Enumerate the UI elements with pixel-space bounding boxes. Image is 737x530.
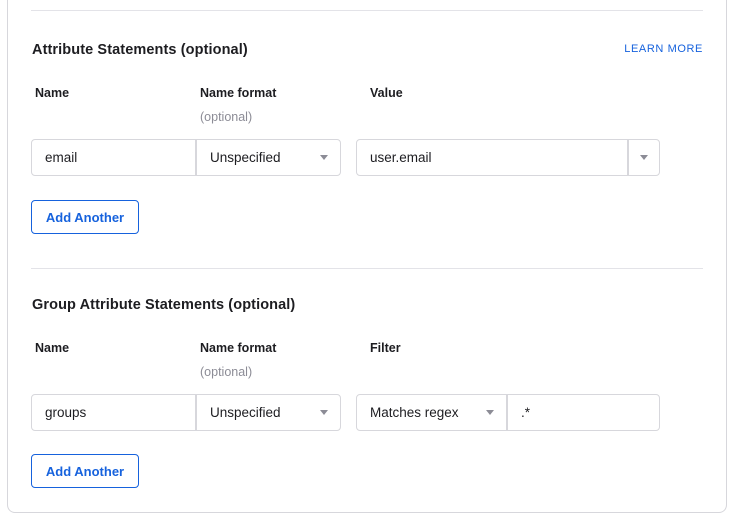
group-attribute-statements-title: Group Attribute Statements (optional) — [32, 297, 295, 313]
chevron-down-icon — [640, 155, 648, 160]
chevron-down-icon — [486, 410, 494, 415]
attribute-name-format-select[interactable]: Unspecified — [196, 139, 341, 176]
section-divider-middle — [31, 268, 703, 269]
section-divider-top — [31, 10, 703, 11]
group-attribute-name-input[interactable] — [31, 394, 196, 431]
group-filter-type-selected: Matches regex — [370, 405, 459, 420]
attribute-statements-title: Attribute Statements (optional) — [32, 42, 248, 58]
column-label-name-format: Name format — [200, 341, 276, 355]
column-label-name: Name — [35, 86, 69, 100]
chevron-down-icon — [320, 410, 328, 415]
column-sublabel-optional: (optional) — [200, 365, 252, 379]
attribute-value-dropdown-button[interactable] — [628, 139, 660, 176]
saml-settings-card — [7, 0, 727, 513]
group-name-format-select[interactable]: Unspecified — [196, 394, 341, 431]
group-filter-type-select[interactable]: Matches regex — [356, 394, 507, 431]
chevron-down-icon — [320, 155, 328, 160]
attribute-value-input[interactable] — [356, 139, 628, 176]
column-label-value: Value — [370, 86, 403, 100]
column-sublabel-optional: (optional) — [200, 110, 252, 124]
group-filter-value-input[interactable] — [507, 394, 660, 431]
learn-more-link[interactable]: LEARN MORE — [624, 43, 703, 55]
add-another-group-attribute-button[interactable]: Add Another — [31, 454, 139, 488]
column-label-name-format: Name format — [200, 86, 276, 100]
group-name-format-selected: Unspecified — [210, 405, 281, 420]
column-label-filter: Filter — [370, 341, 401, 355]
attribute-name-input[interactable] — [31, 139, 196, 176]
column-label-name: Name — [35, 341, 69, 355]
add-another-attribute-button[interactable]: Add Another — [31, 200, 139, 234]
attribute-name-format-selected: Unspecified — [210, 150, 281, 165]
